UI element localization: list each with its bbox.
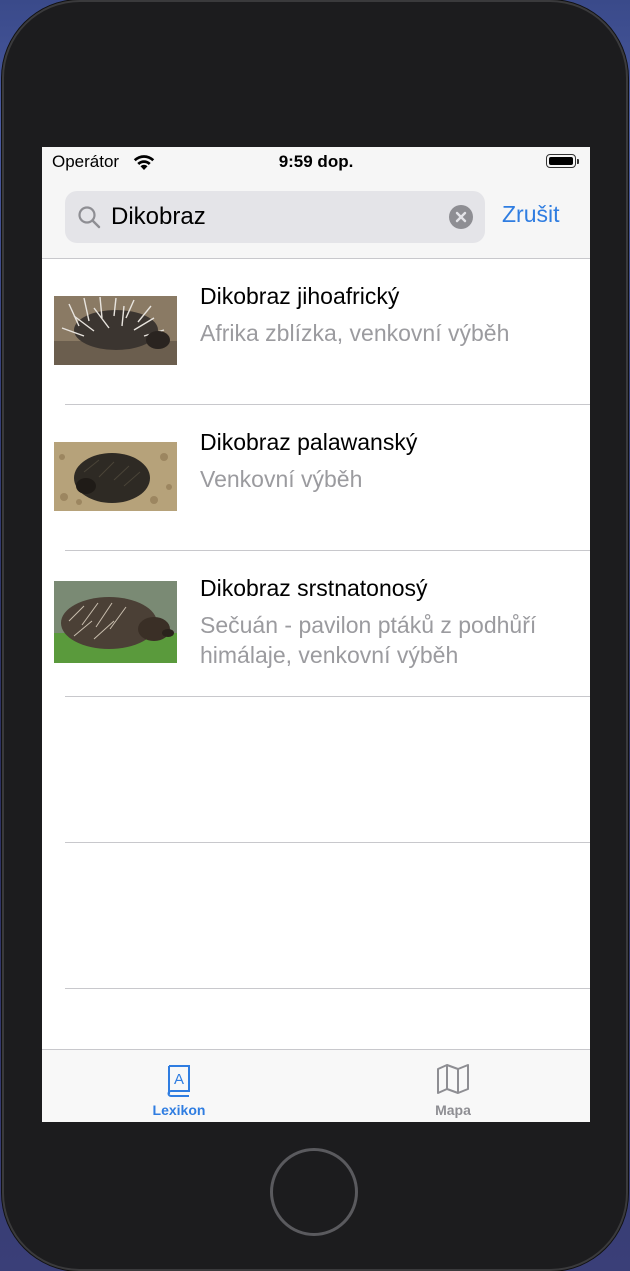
- tab-label: Mapa: [435, 1102, 471, 1118]
- item-title: Dikobraz srstnatonosý: [200, 575, 428, 601]
- battery-icon: [546, 154, 576, 168]
- home-button[interactable]: [270, 1148, 358, 1236]
- phone-screen: Operátor 9:59 dop. Dikobraz Zrušit Dikob…: [42, 147, 590, 1122]
- list-item[interactable]: Dikobraz srstnatonosý Sečuán - pavilon p…: [42, 551, 590, 697]
- search-input[interactable]: [111, 191, 431, 243]
- tab-lexikon[interactable]: A Lexikon: [42, 1050, 316, 1122]
- book-icon: A: [167, 1065, 190, 1097]
- search-bar: Zrušit: [42, 177, 590, 259]
- battery-tip: [577, 159, 579, 164]
- clock: 9:59 dop.: [278, 152, 354, 171]
- porcupine-photo: [54, 296, 177, 365]
- clear-search-button[interactable]: [449, 205, 473, 229]
- list-item[interactable]: Dikobraz jihoafrický Afrika zblízka, ven…: [42, 259, 590, 405]
- empty-row: [42, 697, 590, 843]
- phone-frame: Operátor 9:59 dop. Dikobraz Zrušit Dikob…: [2, 0, 628, 1271]
- tab-bar: A Lexikon Mapa: [42, 1049, 590, 1122]
- results-list: Dikobraz jihoafrický Afrika zblízka, ven…: [42, 259, 590, 989]
- close-icon: [455, 211, 467, 223]
- status-bar: Operátor 9:59 dop.: [42, 147, 590, 177]
- empty-row: [42, 843, 590, 989]
- item-title: Dikobraz jihoafrický: [200, 283, 400, 309]
- porcupine-photo: [54, 581, 177, 663]
- item-subtitle: Sečuán - pavilon ptáků z podhůří himálaj…: [200, 612, 537, 668]
- tab-mapa[interactable]: Mapa: [316, 1050, 590, 1122]
- row-separator: [65, 988, 590, 989]
- map-icon: [437, 1064, 469, 1094]
- item-subtitle: Afrika zblízka, venkovní výběh: [200, 320, 510, 346]
- item-subtitle: Venkovní výběh: [200, 466, 363, 492]
- tab-label: Lexikon: [152, 1102, 206, 1118]
- search-icon: [78, 206, 101, 229]
- cancel-button[interactable]: Zrušit: [502, 188, 560, 240]
- item-title: Dikobraz palawanský: [200, 429, 418, 455]
- search-field[interactable]: [65, 191, 485, 243]
- list-item[interactable]: Dikobraz palawanský Venkovní výběh: [42, 405, 590, 551]
- porcupine-photo: [54, 442, 177, 511]
- svg-text:A: A: [174, 1071, 184, 1088]
